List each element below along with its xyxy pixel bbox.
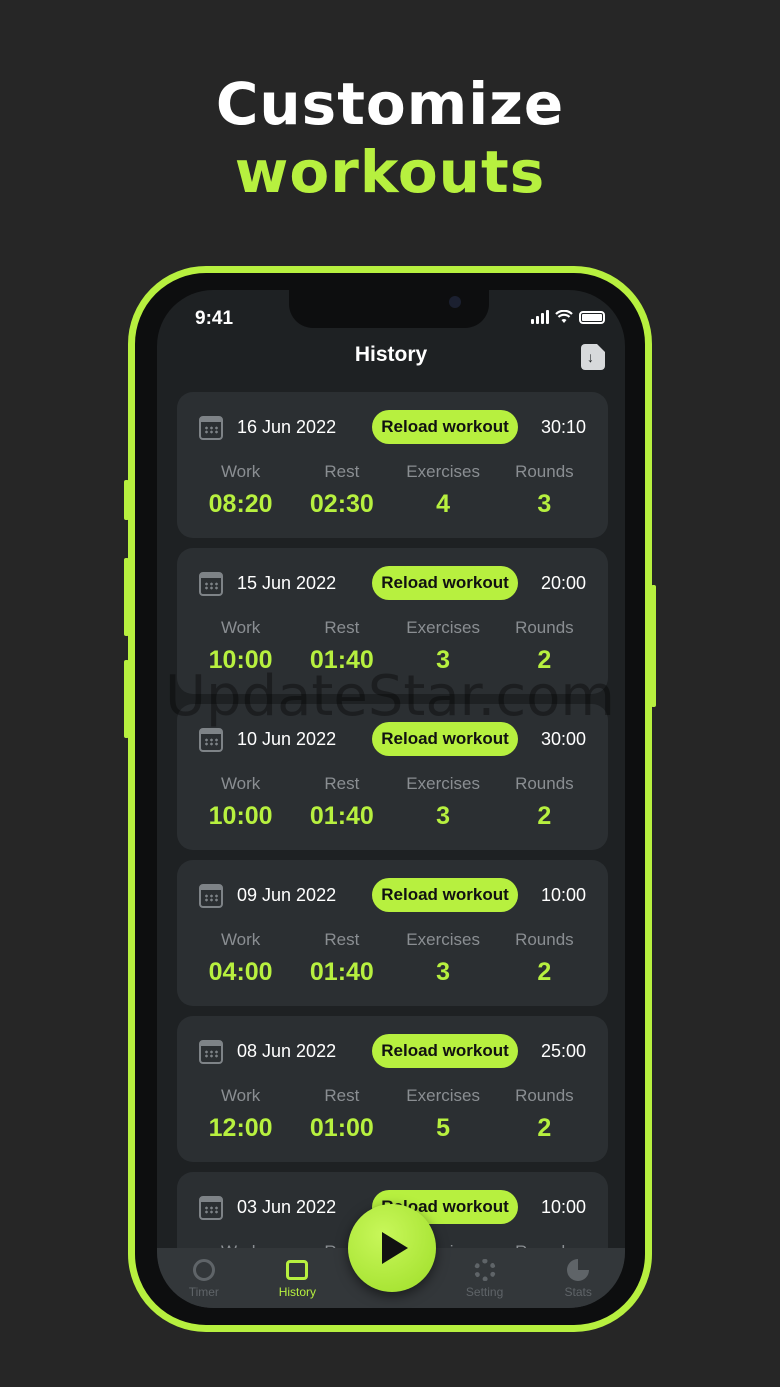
- workout-stats: Work 04:00 Rest 01:40 Exercises 3 Rounds 2: [190, 930, 595, 987]
- work-label: Work: [220, 930, 261, 949]
- work-label: Work: [220, 618, 261, 637]
- rest-value: 01:40: [309, 958, 374, 986]
- reload-workout-button[interactable]: Reload workout: [372, 566, 518, 600]
- rest-label: Rest: [324, 774, 360, 793]
- workout-date: 10 Jun 2022: [237, 729, 337, 749]
- workout-total-time: 30:10: [540, 417, 586, 437]
- tab-label: Setting: [465, 1285, 504, 1299]
- work-label: Work: [220, 1086, 261, 1105]
- workout-stats: Work 08:20 Rest 02:30 Exercises 4 Rounds 3: [190, 462, 595, 519]
- history-card: 08 Jun 2022 Reload workout 25:00 Work 12:…: [177, 1016, 608, 1162]
- tab-timer[interactable]: Timer: [164, 1257, 244, 1299]
- workout-stats: Work 12:00 Rest 01:00 Exercises 5 Rounds 2: [190, 1086, 595, 1143]
- phone-mute-switch: [124, 480, 129, 520]
- workout-date: 08 Jun 2022: [237, 1041, 337, 1061]
- rest-label: Rest: [324, 930, 360, 949]
- work-value: 10:00: [208, 802, 273, 830]
- exercises-value: 4: [436, 490, 451, 518]
- phone-screen: 9:41 History ↓ 16 Jun 2022 Reload workou…: [157, 290, 625, 1308]
- workout-total-time: 20:00: [540, 573, 586, 593]
- workout-total-time: 30:00: [540, 729, 586, 749]
- workout-date: 03 Jun 2022: [237, 1197, 337, 1217]
- work-value: 04:00: [208, 958, 273, 986]
- headline-line2: workouts: [234, 138, 546, 206]
- pie-chart-icon: [567, 1259, 590, 1281]
- workout-date: 15 Jun 2022: [237, 573, 337, 593]
- reload-workout-button[interactable]: Reload workout: [372, 878, 518, 912]
- wifi-icon: [555, 310, 573, 323]
- reload-workout-button[interactable]: Reload workout: [372, 1034, 518, 1068]
- tab-history[interactable]: History: [257, 1257, 337, 1299]
- calendar-icon: [199, 1040, 223, 1064]
- rest-value: 01:00: [309, 1114, 374, 1142]
- workout-total-time: 10:00: [540, 1197, 586, 1217]
- watermark: UpdateStar.com: [165, 664, 615, 729]
- rounds-label: Rounds: [515, 618, 574, 637]
- exercises-label: Exercises: [406, 618, 480, 637]
- history-icon: [286, 1260, 309, 1280]
- rounds-value: 2: [537, 958, 552, 986]
- workout-stats: Work 10:00 Rest 01:40 Exercises 3 Rounds 2: [190, 774, 595, 831]
- reload-workout-button[interactable]: Reload workout: [372, 410, 518, 444]
- history-list[interactable]: 16 Jun 2022 Reload workout 30:10 Work 08:…: [177, 392, 608, 1308]
- rest-value: 02:30: [309, 490, 374, 518]
- workout-date: 09 Jun 2022: [237, 885, 337, 905]
- rounds-label: Rounds: [515, 930, 574, 949]
- rounds-label: Rounds: [515, 774, 574, 793]
- gear-icon: [473, 1259, 496, 1281]
- history-card: 16 Jun 2022 Reload workout 30:10 Work 08:…: [177, 392, 608, 538]
- notch: [289, 290, 489, 328]
- tab-setting[interactable]: Setting: [445, 1257, 525, 1299]
- rest-label: Rest: [324, 618, 360, 637]
- exercises-value: 5: [436, 1114, 451, 1142]
- battery-icon: [579, 311, 605, 324]
- calendar-icon: [199, 572, 223, 596]
- work-value: 12:00: [208, 1114, 273, 1142]
- exercises-label: Exercises: [406, 930, 480, 949]
- phone-volume-up: [124, 558, 129, 636]
- status-time: 9:41: [195, 308, 234, 329]
- rest-value: 01:40: [309, 802, 374, 830]
- tab-label: Timer: [188, 1285, 219, 1299]
- work-value: 08:20: [208, 490, 273, 518]
- headline-line1: Customize: [215, 70, 565, 138]
- rest-label: Rest: [324, 1086, 360, 1105]
- exercises-value: 3: [436, 958, 451, 986]
- calendar-icon: [199, 884, 223, 908]
- tab-label: History: [278, 1285, 317, 1299]
- calendar-icon: [199, 728, 223, 752]
- calendar-icon: [199, 416, 223, 440]
- page-title: History: [354, 343, 428, 366]
- stopwatch-icon: [192, 1259, 215, 1281]
- rounds-value: 3: [537, 490, 552, 518]
- status-icons: [531, 310, 605, 324]
- workout-date: 16 Jun 2022: [237, 417, 337, 437]
- rounds-label: Rounds: [515, 462, 574, 481]
- workout-total-time: 25:00: [540, 1041, 586, 1061]
- work-label: Work: [220, 774, 261, 793]
- tab-stats[interactable]: Stats: [538, 1257, 618, 1299]
- history-card: 09 Jun 2022 Reload workout 10:00 Work 04:…: [177, 860, 608, 1006]
- rounds-value: 2: [537, 1114, 552, 1142]
- rounds-label: Rounds: [515, 1086, 574, 1105]
- calendar-icon: [199, 1196, 223, 1220]
- camera-icon: [449, 296, 461, 308]
- rest-label: Rest: [324, 462, 360, 481]
- exercises-label: Exercises: [406, 462, 480, 481]
- rounds-value: 2: [537, 802, 552, 830]
- exercises-label: Exercises: [406, 774, 480, 793]
- exercises-label: Exercises: [406, 1086, 480, 1105]
- file-download-icon[interactable]: ↓: [581, 344, 605, 370]
- workout-total-time: 10:00: [540, 885, 586, 905]
- exercises-value: 3: [436, 802, 451, 830]
- signal-icon: [531, 310, 549, 324]
- work-label: Work: [220, 462, 261, 481]
- play-button[interactable]: [348, 1204, 436, 1292]
- tab-label: Stats: [564, 1285, 592, 1299]
